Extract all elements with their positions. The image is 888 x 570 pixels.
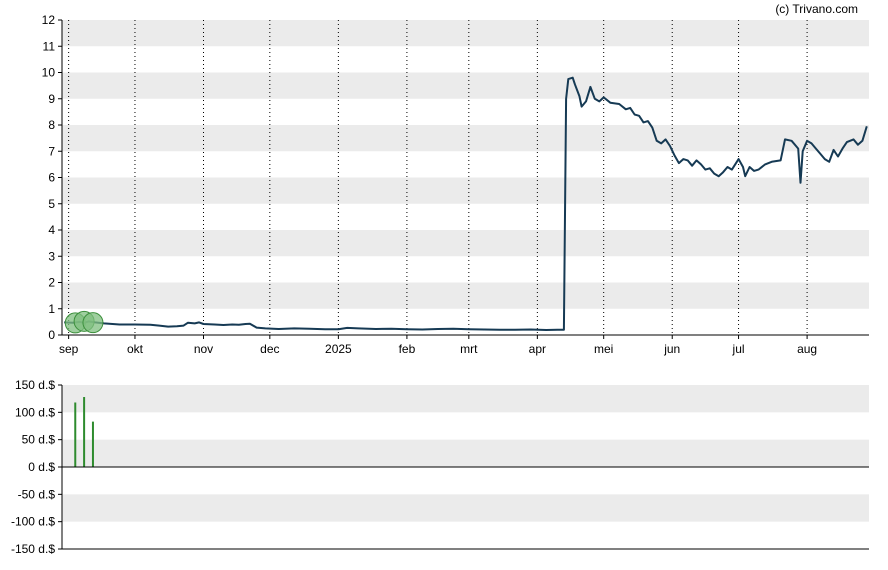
y-tick-label: 11 [43,39,56,53]
volume-band [62,439,869,467]
volume-y-tick-label: 100 d.$ [15,405,55,419]
x-tick-label: jul [732,342,745,356]
x-tick-label: sep [59,342,79,356]
volume-y-tick-label: 0 d.$ [28,460,55,474]
volume-bar [83,397,86,467]
volume-bar [91,421,94,467]
chart-svg: 0123456789101112 sep okt nov dec 2025 feb mrt a… [11,13,869,556]
volume-y-tick-label: -50 d.$ [18,487,56,501]
y-tick-label: 7 [48,144,55,158]
volume-y-tick-label: -100 d.$ [11,515,55,529]
y-tick-label: 10 [42,66,56,80]
y-tick-label: 2 [48,276,55,290]
x-tick-label: jun [663,342,680,356]
y-tick-label: 6 [48,171,55,185]
credit-text: (c) Trivano.com [775,2,858,16]
volume-band [62,494,869,522]
y-tick-label: 5 [48,197,55,211]
y-tick-label: 8 [48,118,55,132]
x-tick-label: mei [594,342,613,356]
y-tick-label: 12 [42,13,56,27]
volume-bar [74,402,77,467]
y-tick-label: 9 [48,92,55,106]
y-tick-label: 4 [48,223,55,237]
x-tick-label: aug [797,342,817,356]
volume-band [62,385,869,413]
x-tick-label: feb [399,342,416,356]
x-tick-label: 2025 [325,342,352,356]
y-tick-label: 1 [48,302,55,316]
price-band [62,72,869,99]
price-band [62,20,869,47]
x-tick-label: mrt [460,342,478,356]
chart-container: (c) Trivano.com 0 1 2 3 4 5 6 7 8 9 10 11 12 sep okt n… [0,0,888,565]
x-tick-label: okt [127,342,144,356]
price-band [62,230,869,257]
price-band [62,125,869,152]
y-tick-label: 0 [48,328,55,342]
event-marker [82,312,104,334]
x-tick-label: apr [529,342,546,356]
x-tick-label: nov [194,342,213,356]
x-tick-label: dec [260,342,279,356]
volume-y-tick-label: -150 d.$ [11,542,55,556]
price-band [62,282,869,309]
price-band [62,177,869,204]
volume-y-tick-label: 150 d.$ [15,378,55,392]
y-tick-label: 3 [48,249,55,263]
volume-y-tick-label: 50 d.$ [22,433,56,447]
